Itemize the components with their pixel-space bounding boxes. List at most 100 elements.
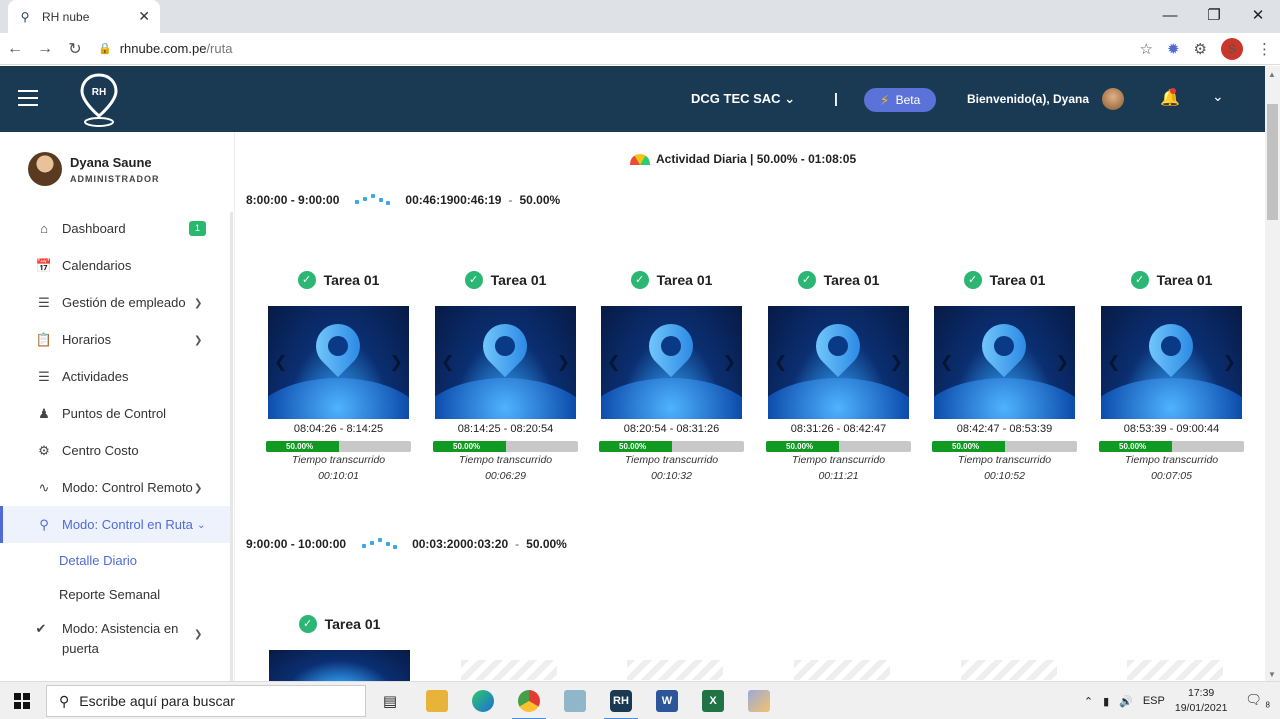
task-card[interactable]: ✓ Tarea 01 ❮ ❯ 08:04:26 - 8:14:25 50.00% Tiemp…	[266, 270, 411, 482]
chevron-right-icon[interactable]: ❯	[390, 352, 403, 372]
file-explorer-icon[interactable]	[426, 690, 448, 712]
volume-icon[interactable]: 🔊	[1119, 695, 1133, 708]
task-card[interactable]: ✓ Tarea 01 ❮ ❯ 08:20:54 - 08:31:26 50.00% Tiem…	[599, 270, 744, 482]
task-title: Tarea 01	[1156, 272, 1213, 288]
close-icon[interactable]: ✕	[138, 8, 150, 25]
forward-icon[interactable]: →	[30, 40, 60, 58]
location-pin-icon: ⚲	[20, 9, 30, 24]
chevron-left-icon[interactable]: ❮	[607, 352, 620, 372]
sidebar-item-dashboard[interactable]: ⌂ Dashboard 1	[0, 210, 230, 247]
taskbar-search-input[interactable]: ⚲ Escribe aquí para buscar	[46, 685, 366, 717]
clock[interactable]: 17:39 19/01/2021	[1175, 686, 1228, 716]
sidebar-subitem-detalle-diario[interactable]: Detalle Diario	[0, 543, 230, 577]
notepad-icon[interactable]	[564, 690, 586, 712]
chevron-right-icon[interactable]: ❯	[1056, 352, 1069, 372]
task-image[interactable]: ❮ ❯	[268, 306, 409, 419]
chevron-right-icon[interactable]: ❯	[1223, 352, 1236, 372]
company-selector[interactable]: DCG TEC SAC ⌄	[691, 91, 795, 107]
sidebar-menu: ⌂ Dashboard 1 📅 Calendarios ☰ Gestión de…	[0, 210, 230, 657]
elapsed-label: Tiempo transcurrido	[957, 454, 1052, 466]
task-image[interactable]	[269, 650, 410, 681]
excel-icon[interactable]: X	[702, 690, 724, 712]
chevron-left-icon[interactable]: ❮	[441, 352, 454, 372]
map-pin-hole	[994, 336, 1014, 356]
minimize-icon[interactable]: —	[1148, 0, 1192, 30]
scroll-up-icon[interactable]: ▲	[1268, 70, 1276, 79]
sidebar-item-gestion-empleado[interactable]: ☰ Gestión de empleado ❯	[0, 284, 230, 321]
globe-image	[435, 378, 576, 419]
sidebar-item-centro-costo[interactable]: ⚙ Centro Costo	[0, 432, 230, 469]
task-card[interactable]: ✓ Tarea 01 ❮ ❯ 08:42:47 - 08:53:39 50.00% Tiem…	[932, 270, 1077, 482]
task-card[interactable]: ✓ Tarea 01 ❮ ❯ 08:31:26 - 08:42:47 50.00% Tiem…	[766, 270, 911, 482]
paint-icon[interactable]	[748, 690, 770, 712]
avatar	[28, 152, 62, 186]
chevron-up-icon[interactable]: ⌃	[1084, 695, 1093, 708]
header-avatar[interactable]	[1102, 88, 1124, 110]
chevron-left-icon[interactable]: ❮	[274, 352, 287, 372]
chevron-right-icon[interactable]: ❯	[723, 352, 736, 372]
globe-image	[1101, 378, 1242, 419]
chevron-left-icon[interactable]: ❮	[774, 352, 787, 372]
task-view-icon[interactable]: ▤	[379, 690, 401, 712]
task-progress-bar: 50.00%	[599, 441, 744, 452]
task-image[interactable]: ❮ ❯	[934, 306, 1075, 419]
puzzle-icon[interactable]: ⚙	[1194, 40, 1207, 58]
sidebar-item-puntos-control[interactable]: ♟ Puntos de Control	[0, 395, 230, 432]
task-progress-bar: 50.00%	[766, 441, 911, 452]
chrome-icon[interactable]	[512, 690, 546, 719]
hamburger-icon[interactable]	[18, 90, 38, 106]
page-scrollbar[interactable]: ▲ ▼	[1265, 66, 1280, 681]
chevron-left-icon[interactable]: ❮	[1107, 352, 1120, 372]
language-indicator[interactable]: ESP	[1143, 695, 1165, 707]
reload-icon[interactable]: ↻	[60, 39, 90, 59]
globe-image	[601, 378, 742, 419]
notification-center-icon[interactable]: 🗨 8	[1245, 692, 1270, 710]
chevron-left-icon[interactable]: ❮	[940, 352, 953, 372]
sidebar-item-horarios[interactable]: 📋 Horarios ❯	[0, 321, 230, 358]
task-time-range: 08:14:25 - 08:20:54	[457, 423, 554, 435]
dashboard-badge: 1	[189, 221, 206, 236]
sidebar-item-control-remoto[interactable]: ∿ Modo: Control Remoto ❯	[0, 469, 230, 506]
sidebar-item-control-ruta[interactable]: ⚲ Modo: Control en Ruta ⌄	[0, 506, 230, 543]
sidebar-scrollbar[interactable]	[230, 212, 233, 681]
scroll-down-icon[interactable]: ▼	[1268, 670, 1276, 679]
rh-app-icon[interactable]: RH	[604, 690, 638, 719]
windows-start-icon[interactable]	[14, 693, 30, 709]
notification-dot	[1170, 88, 1176, 94]
task-progress-bar: 50.00%	[932, 441, 1077, 452]
sidebar-item-actividades[interactable]: ☰ Actividades	[0, 358, 230, 395]
task-image[interactable]: ❮ ❯	[435, 306, 576, 419]
url-field[interactable]: 🔒 rhnube.com.pe/ruta	[98, 41, 232, 56]
word-icon[interactable]: W	[656, 690, 678, 712]
verified-check-icon: ✓	[1130, 271, 1149, 289]
chevron-right-icon[interactable]: ❯	[890, 352, 903, 372]
user-role: ADMINISTRADOR	[70, 173, 160, 184]
task-image[interactable]: ❮ ❯	[768, 306, 909, 419]
maximize-icon[interactable]: ❐	[1192, 0, 1236, 30]
header-separator: |	[834, 90, 838, 106]
task-image[interactable]: ❮ ❯	[601, 306, 742, 419]
battery-icon[interactable]: ▮	[1103, 695, 1109, 708]
profile-avatar[interactable]: S	[1221, 38, 1243, 60]
edge-icon[interactable]	[472, 690, 494, 712]
user-menu-chevron-icon[interactable]: ⌄	[1212, 88, 1224, 105]
kebab-menu-icon[interactable]: ⋮	[1257, 40, 1272, 58]
elapsed-time: 00:10:01	[318, 470, 359, 482]
sidebar-item-calendarios[interactable]: 📅 Calendarios	[0, 247, 230, 284]
task-card[interactable]: ✓ Tarea 01 ❮ ❯ 08:14:25 - 08:20:54 50.00% Tiem…	[433, 270, 578, 482]
beta-button[interactable]: ⚡ Beta	[864, 88, 936, 112]
browser-tab[interactable]: ⚲ RH nube ✕	[8, 0, 160, 33]
star-icon[interactable]: ☆	[1140, 40, 1153, 58]
scrollbar-thumb[interactable]	[1267, 104, 1278, 220]
sidebar-item-asistencia-puerta[interactable]: ✔ Modo: Asistencia en puerta ❯	[0, 611, 230, 657]
sidebar-subitem-reporte-semanal[interactable]: Reporte Semanal	[0, 577, 230, 611]
close-window-icon[interactable]: ✕	[1236, 0, 1280, 30]
chevron-right-icon[interactable]: ❯	[557, 352, 570, 372]
task-card[interactable]: ✓ Tarea 01	[267, 614, 412, 681]
map-pin-hole	[828, 336, 848, 356]
task-image[interactable]: ❮ ❯	[1101, 306, 1242, 419]
task-title: Tarea 01	[823, 272, 880, 288]
back-icon[interactable]: ←	[0, 40, 30, 58]
task-card[interactable]: ✓ Tarea 01 ❮ ❯ 08:53:39 - 09:00:44 50.00% Tiem…	[1099, 270, 1244, 482]
extension-gear-icon[interactable]: ✹	[1167, 40, 1180, 58]
